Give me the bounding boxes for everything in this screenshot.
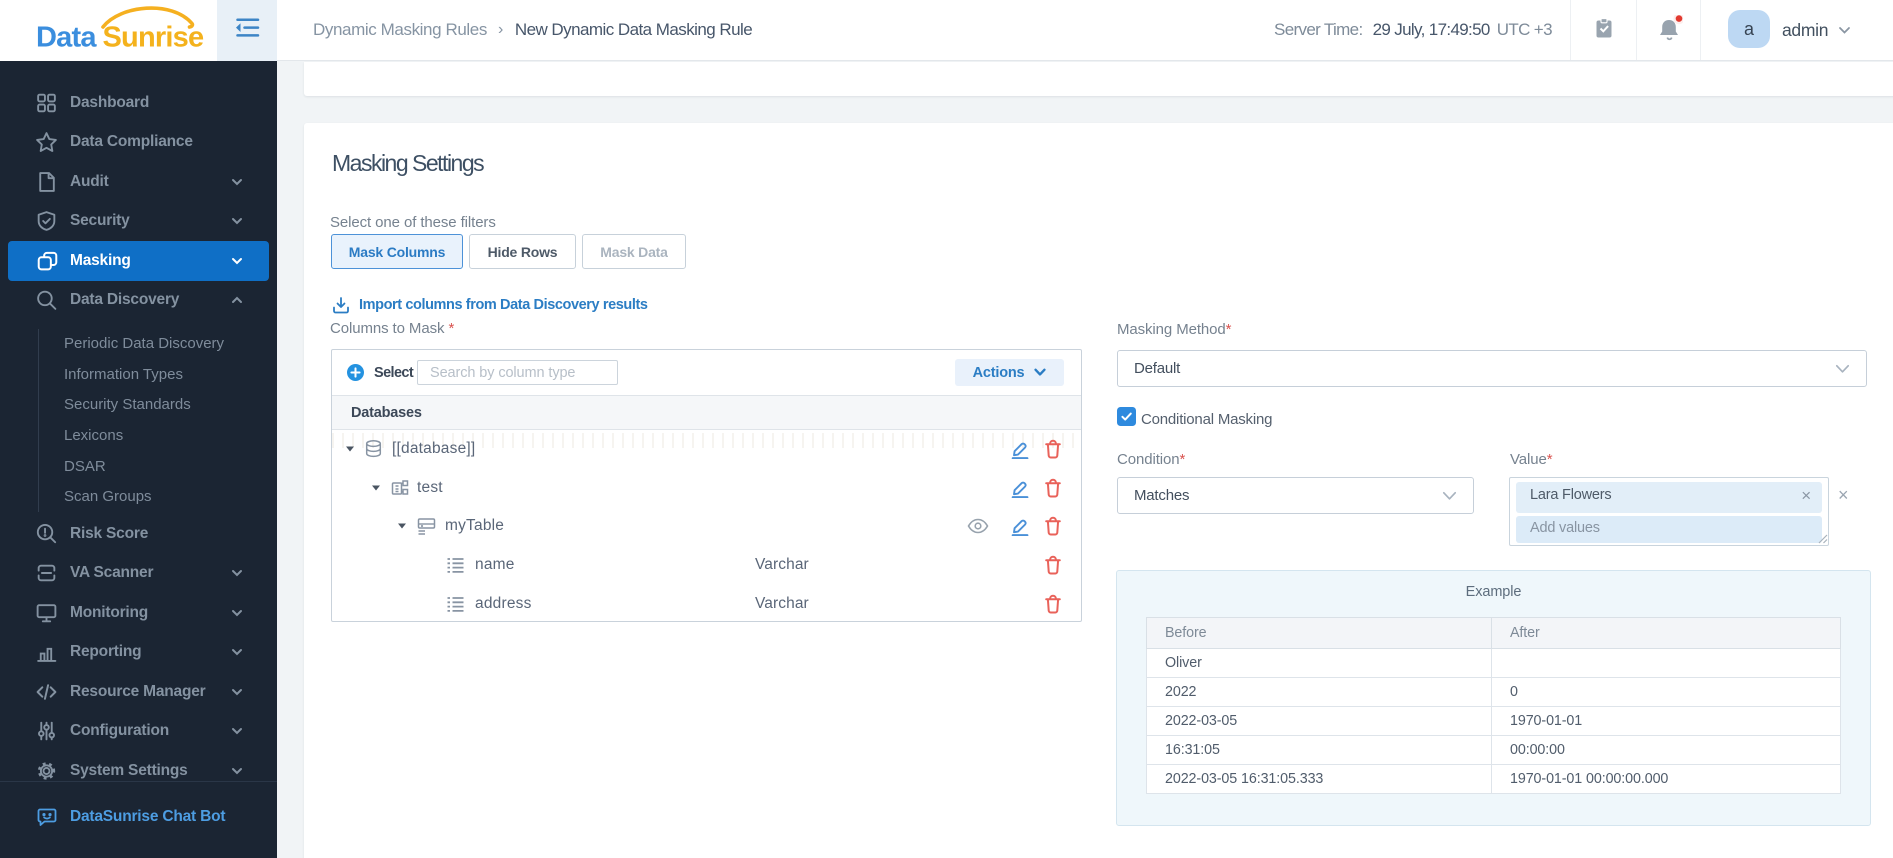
svg-text:Data: Data (36, 22, 97, 54)
svg-text:Sunrise: Sunrise (103, 22, 204, 54)
